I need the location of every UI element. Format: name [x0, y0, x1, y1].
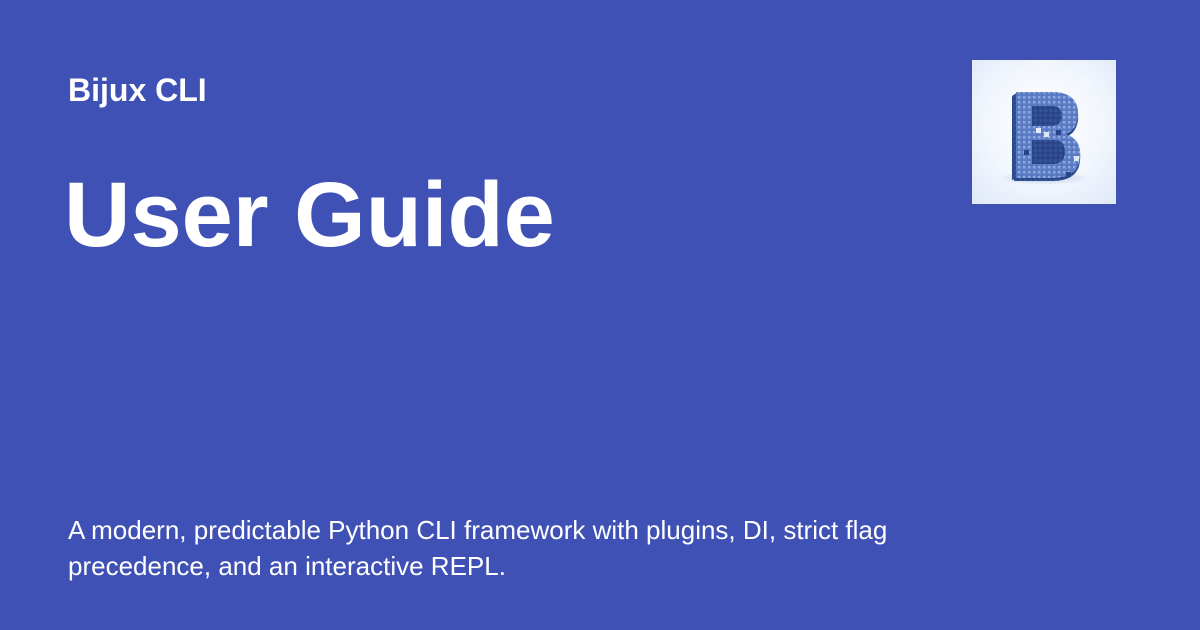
site-name: Bijux CLI	[68, 72, 207, 108]
logo	[972, 60, 1116, 204]
page-description: A modern, predictable Python CLI framewo…	[68, 515, 888, 581]
page-title: User Guide	[64, 164, 555, 266]
social-card: Bijux CLI User Guide A modern, predictab…	[0, 0, 1200, 630]
pixel-letter-b-icon	[998, 92, 1090, 185]
